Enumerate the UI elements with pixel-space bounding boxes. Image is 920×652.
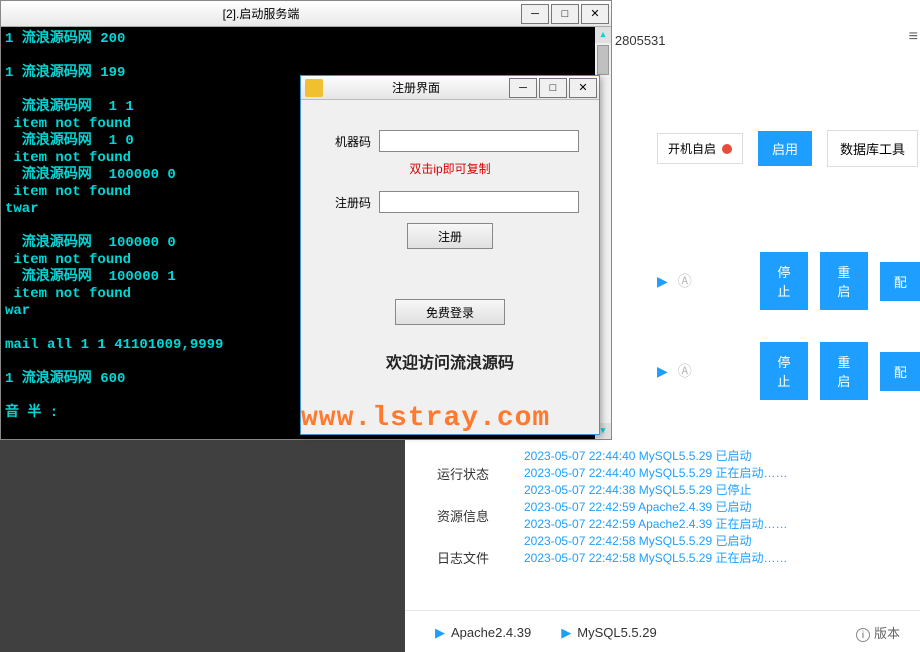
stop-button-1[interactable]: 停止 <box>760 252 808 310</box>
close-button[interactable]: ✕ <box>581 4 609 24</box>
register-titlebar[interactable]: 注册界面 ─ □ ✕ <box>301 76 599 100</box>
log-line: 2023-05-07 22:42:59 Apache2.4.39 正在启动…… <box>524 516 788 533</box>
play-icon: ▶ <box>561 625 571 640</box>
register-code-input[interactable] <box>379 191 579 213</box>
log-line: 2023-05-07 22:42:59 Apache2.4.39 已启动 <box>524 499 788 516</box>
machine-code-input[interactable] <box>379 130 579 152</box>
enable-button[interactable]: 启用 <box>758 131 812 166</box>
mysql-status: ▶MySQL5.5.29 <box>561 625 657 641</box>
maximize-button[interactable]: □ <box>551 4 579 24</box>
red-dot-icon <box>722 144 732 154</box>
minimize-button[interactable]: ─ <box>521 4 549 24</box>
config-button-2[interactable]: 配 <box>880 352 920 391</box>
log-line: 2023-05-07 22:44:38 MySQL5.5.29 已停止 <box>524 482 788 499</box>
play-icon: ▶ <box>435 625 445 640</box>
machine-code-label: 机器码 <box>321 133 371 150</box>
version-link[interactable]: i版本 <box>856 623 900 642</box>
boot-on-start[interactable]: 开机自启 <box>657 133 743 164</box>
scroll-up-icon[interactable]: ▴ <box>595 27 611 43</box>
log-list: 2023-05-07 22:44:40 MySQL5.5.29 已启动2023-… <box>524 448 788 567</box>
scroll-thumb[interactable] <box>597 45 609 75</box>
welcome-text: 欢迎访问流浪源码 <box>321 349 579 373</box>
desktop-bg <box>0 438 405 652</box>
restart-button-1[interactable]: 重启 <box>820 252 868 310</box>
play-icon[interactable]: ▶ <box>657 273 668 290</box>
bee-icon <box>305 79 323 97</box>
bottom-bar: ▶Apache2.4.39 ▶MySQL5.5.29 i版本 <box>405 610 920 642</box>
stop-button-2[interactable]: 停止 <box>760 342 808 400</box>
play-icon[interactable]: ▶ <box>657 363 668 380</box>
free-login-button[interactable]: 免费登录 <box>395 299 505 325</box>
a-badge: Ⓐ <box>678 271 692 291</box>
register-button[interactable]: 注册 <box>407 223 493 249</box>
terminal-titlebar[interactable]: [2].启动服务端 ─ □ ✕ <box>1 1 611 27</box>
label-resource: 资源信息 <box>437 496 489 538</box>
a-badge: Ⓐ <box>678 361 692 381</box>
hint-text: 双击ip即可复制 <box>321 160 579 177</box>
label-status: 运行状态 <box>437 454 489 496</box>
menu-icon[interactable]: ≡ <box>909 28 918 46</box>
log-line: 2023-05-07 22:44:40 MySQL5.5.29 已启动 <box>524 448 788 465</box>
log-line: 2023-05-07 22:44:40 MySQL5.5.29 正在启动…… <box>524 465 788 482</box>
boot-label: 开机自启 <box>668 140 716 157</box>
terminal-line <box>5 48 607 65</box>
log-line: 2023-05-07 22:42:58 MySQL5.5.29 已启动 <box>524 533 788 550</box>
reg-maximize-button[interactable]: □ <box>539 78 567 98</box>
register-dialog: 注册界面 ─ □ ✕ 机器码 双击ip即可复制 注册码 注册 免费登录 欢迎访问… <box>300 75 600 435</box>
reg-close-button[interactable]: ✕ <box>569 78 597 98</box>
log-line: 2023-05-07 22:42:58 MySQL5.5.29 正在启动…… <box>524 550 788 567</box>
register-title: 注册界面 <box>323 79 509 96</box>
db-tool-button[interactable]: 数据库工具 <box>827 130 918 167</box>
restart-button-2[interactable]: 重启 <box>820 342 868 400</box>
label-logfile: 日志文件 <box>437 538 489 580</box>
info-icon: i <box>856 628 870 642</box>
config-button-1[interactable]: 配 <box>880 262 920 301</box>
terminal-title: [2].启动服务端 <box>1 5 521 22</box>
apache-status: ▶Apache2.4.39 <box>435 625 531 641</box>
terminal-line: 1 流浪源码网 200 <box>5 31 607 48</box>
reg-minimize-button[interactable]: ─ <box>509 78 537 98</box>
register-code-label: 注册码 <box>321 194 371 211</box>
